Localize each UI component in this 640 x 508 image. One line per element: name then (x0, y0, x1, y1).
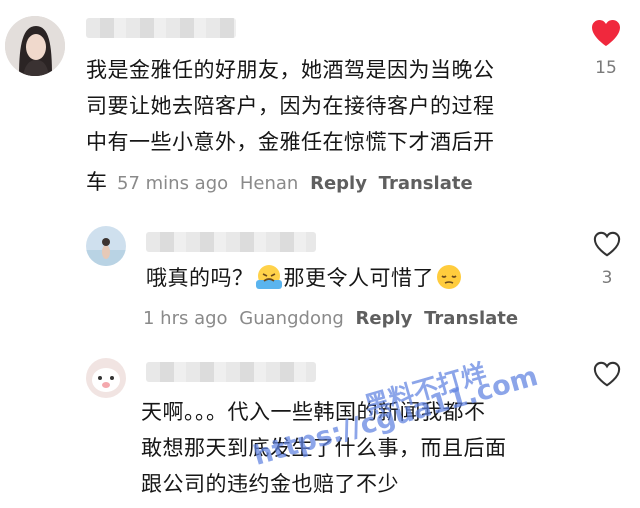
comment-text: 哦真的吗？ 那更令人可惜了 (146, 262, 464, 294)
comment-text-line-3: 中有一些小意外，金雅任在惊慌下才酒后开 (86, 130, 495, 154)
username-blurred[interactable] (146, 232, 316, 252)
avatar[interactable] (86, 226, 126, 266)
comment-text-line-3: 跟公司的违约金也赔了不少 (141, 472, 399, 496)
comment-2: 哦真的吗？ 那更令人可惜了 1 hrs ago Guangdong Reply … (0, 210, 640, 340)
translate-button[interactable]: Translate (424, 308, 518, 329)
pensive-emoji-icon (437, 265, 461, 289)
avatar-beach-icon (86, 226, 126, 266)
comment-text-before: 哦真的吗？ (146, 266, 254, 290)
avatar-pet-icon (86, 358, 126, 398)
like-button[interactable]: 3 (587, 230, 627, 288)
like-button[interactable] (587, 360, 627, 392)
comment-meta: 1 hrs ago Guangdong Reply Translate (143, 308, 524, 329)
crying-emoji-icon (255, 265, 282, 289)
heart-outline-icon (593, 361, 621, 387)
like-count: 15 (595, 58, 617, 78)
comment-text-line-1: 天啊。。。代入一些韩国的新闻我都不 (141, 400, 486, 424)
heart-outline-icon (593, 231, 621, 257)
comment-location: Henan (239, 173, 299, 194)
comment-1: 我是金雅任的好朋友，她酒驾是因为当晚公 司要让她去陪客户，因为在接待客户的过程 … (0, 0, 640, 210)
reply-button[interactable]: Reply (310, 173, 367, 194)
username-blurred[interactable] (86, 18, 236, 38)
comment-text-middle: 那更令人可惜了 (283, 266, 434, 290)
comment-text-line-1: 我是金雅任的好朋友，她酒驾是因为当晚公 (86, 58, 495, 82)
comment-text-line-2: 司要让她去陪客户，因为在接待客户的过程 (86, 94, 495, 118)
comment-text-line-2: 敢想那天到底发生了什么事，而且后面 (141, 436, 507, 460)
username-blurred[interactable] (146, 362, 316, 382)
comment-time: 1 hrs ago (143, 308, 228, 329)
comment-3: 天啊。。。代入一些韩国的新闻我都不 敢想那天到底发生了什么事，而且后面 跟公司的… (0, 340, 640, 508)
like-count: 3 (601, 268, 613, 288)
avatar[interactable] (5, 16, 65, 76)
avatar-portrait-icon (5, 16, 65, 76)
reply-button[interactable]: Reply (356, 308, 413, 329)
heart-filled-icon (592, 20, 620, 46)
comment-text-last: 车 (86, 170, 108, 194)
avatar[interactable] (86, 358, 126, 398)
comment-time: 57 mins ago (117, 173, 229, 194)
translate-button[interactable]: Translate (379, 173, 473, 194)
comment-text-line-4: 车 (86, 166, 108, 198)
like-button[interactable]: 15 (586, 18, 626, 78)
comment-meta: 57 mins ago Henan Reply Translate (117, 173, 479, 194)
comment-location: Guangdong (239, 308, 344, 329)
